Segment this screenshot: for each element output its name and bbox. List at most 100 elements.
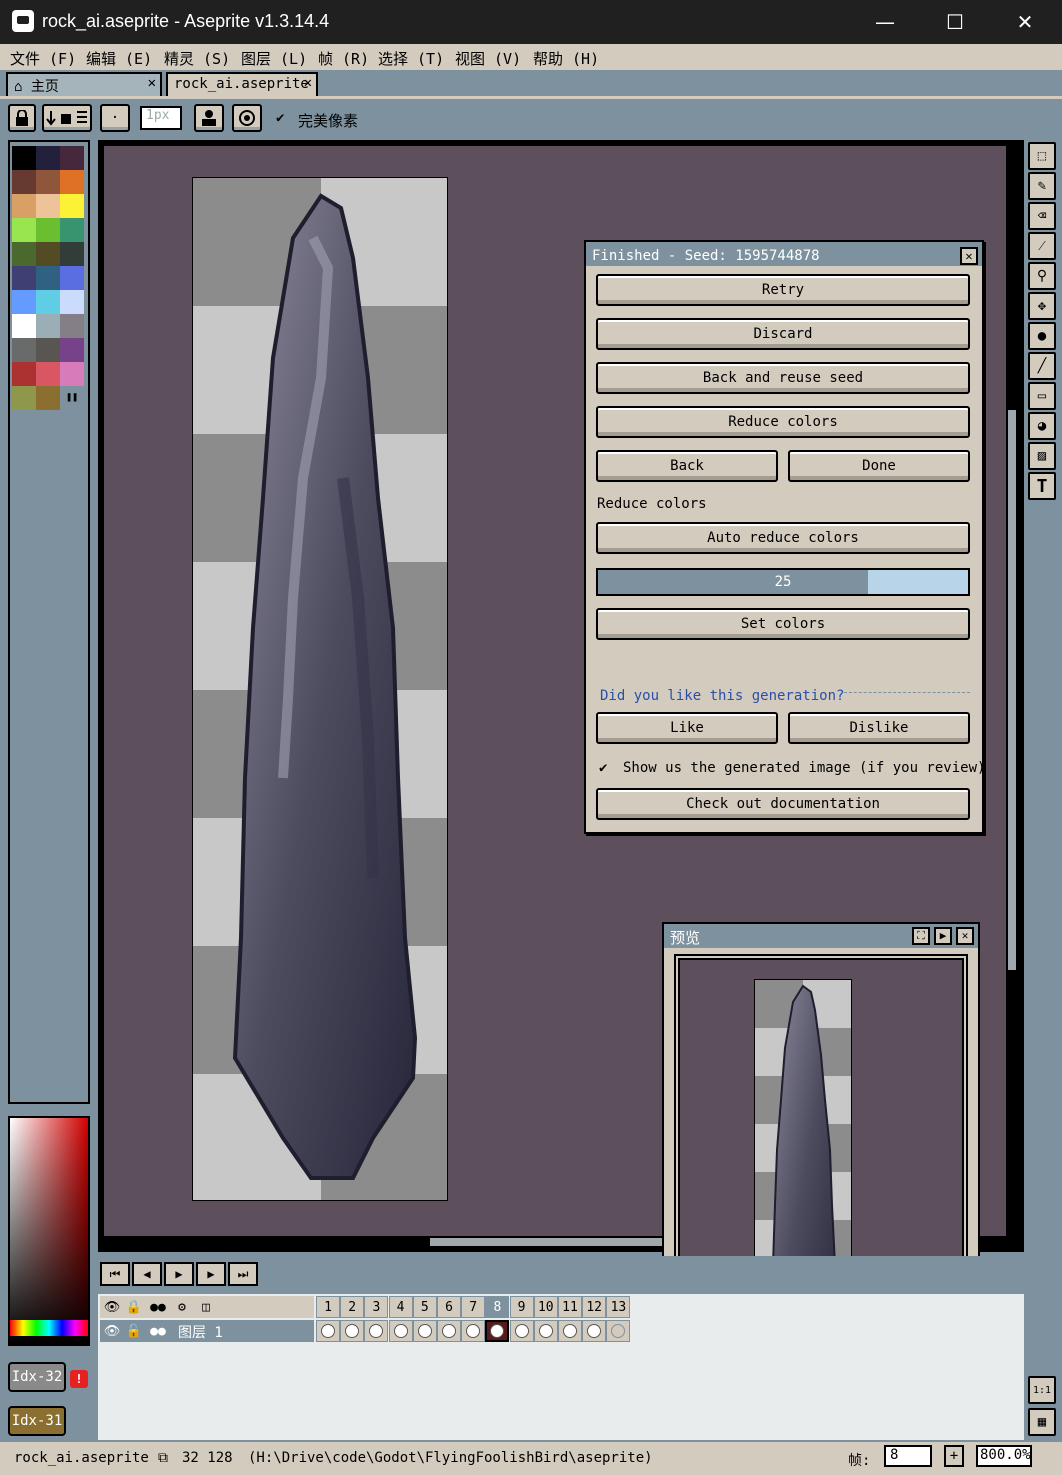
palette-swatch[interactable]: [60, 194, 84, 218]
palette-swatch[interactable]: [60, 362, 84, 386]
rectangle-tool-icon[interactable]: ▭: [1028, 382, 1056, 410]
tab-home[interactable]: ⌂ 主页 ✕: [6, 72, 162, 96]
preview-center-icon[interactable]: ⛶: [912, 927, 930, 945]
cel-3[interactable]: [364, 1320, 389, 1342]
frame-header-6[interactable]: 6: [437, 1296, 461, 1318]
next-frame-icon[interactable]: ▶: [196, 1262, 226, 1286]
paint-bucket-tool-icon[interactable]: ●: [1028, 322, 1056, 350]
auto-reduce-colors-button[interactable]: Auto reduce colors: [596, 522, 970, 554]
menu-frame[interactable]: 帧 (R): [318, 48, 369, 69]
palette-swatch[interactable]: [12, 362, 36, 386]
last-frame-icon[interactable]: ⏭: [228, 1262, 258, 1286]
show-image-checkbox[interactable]: ✔: [599, 760, 607, 776]
palette-swatch[interactable]: [36, 218, 60, 242]
cel-9[interactable]: [509, 1320, 534, 1342]
onion-skin-icon[interactable]: ◫: [194, 1296, 218, 1318]
palette-swatch[interactable]: [60, 146, 84, 170]
play-animation-icon[interactable]: ▶: [164, 1262, 194, 1286]
menu-file[interactable]: 文件 (F): [10, 48, 76, 69]
zoom-tool-icon[interactable]: ⚲: [1028, 262, 1056, 290]
eraser-tool-icon[interactable]: ⌫: [1028, 202, 1056, 230]
like-button[interactable]: Like: [596, 712, 778, 744]
discard-button[interactable]: Discard: [596, 318, 970, 350]
cel-4[interactable]: [388, 1320, 413, 1342]
cel-7[interactable]: [461, 1320, 486, 1342]
palette-swatch[interactable]: [12, 290, 36, 314]
brush-size-input[interactable]: 1px: [140, 106, 182, 130]
palette-swatch[interactable]: [36, 362, 60, 386]
cel-13[interactable]: [606, 1320, 631, 1342]
previous-frame-icon[interactable]: ◀: [132, 1262, 162, 1286]
palette-swatch[interactable]: [60, 338, 84, 362]
palette-swatch[interactable]: [36, 146, 60, 170]
menu-layer[interactable]: 图层 (L): [241, 48, 307, 69]
menu-select[interactable]: 选择 (T): [378, 48, 444, 69]
symmetry-button[interactable]: [232, 104, 262, 132]
palette-swatch[interactable]: [60, 290, 84, 314]
palette-swatch[interactable]: [12, 338, 36, 362]
frame-header-3[interactable]: 3: [364, 1296, 389, 1318]
marquee-tool-icon[interactable]: ⬚: [1028, 142, 1056, 170]
frame-header-12[interactable]: 12: [582, 1296, 607, 1318]
zoom-input[interactable]: 800.0%: [976, 1445, 1032, 1467]
menu-view[interactable]: 视图 (V): [455, 48, 521, 69]
ink-mode-button[interactable]: [42, 104, 92, 132]
cel-12[interactable]: [582, 1320, 607, 1342]
frame-header-8[interactable]: 8: [485, 1296, 510, 1318]
preview-close-icon[interactable]: ✕: [956, 927, 974, 945]
palette-swatch[interactable]: [12, 170, 36, 194]
palette-swatch[interactable]: [36, 314, 60, 338]
palette-resize-grip-icon[interactable]: ❚❚: [66, 392, 78, 403]
tab-rock-ai[interactable]: rock_ai.aseprite ✕: [166, 72, 318, 96]
hue-slider[interactable]: [10, 1320, 88, 1336]
palette-swatch[interactable]: [12, 266, 36, 290]
palette-swatch[interactable]: [36, 386, 60, 410]
palette-swatch[interactable]: [12, 242, 36, 266]
first-frame-icon[interactable]: ⏮: [100, 1262, 130, 1286]
frame-number-input[interactable]: 8: [884, 1445, 932, 1467]
menu-edit[interactable]: 编辑 (E): [86, 48, 152, 69]
cel-2[interactable]: [340, 1320, 365, 1342]
brush-type-button[interactable]: ·: [100, 104, 130, 132]
contour-tool-icon[interactable]: ◕: [1028, 412, 1056, 440]
cel-10[interactable]: [533, 1320, 558, 1342]
frame-header-7[interactable]: 7: [461, 1296, 486, 1318]
layer-continuous-icon[interactable]: ●●: [146, 1320, 170, 1342]
layer-lock-icon[interactable]: 🔓: [122, 1320, 146, 1342]
add-frame-button[interactable]: +: [944, 1445, 964, 1467]
preview-play-icon[interactable]: ▶: [934, 927, 952, 945]
eyedropper-tool-icon[interactable]: ⁄: [1028, 232, 1056, 260]
blur-tool-icon[interactable]: ▨: [1028, 442, 1056, 470]
menu-sprite[interactable]: 精灵 (S): [164, 48, 230, 69]
frame-header-13[interactable]: 13: [606, 1296, 631, 1318]
foreground-color-index[interactable]: Idx-32: [8, 1362, 66, 1392]
move-tool-icon[interactable]: ✥: [1028, 292, 1056, 320]
palette-swatch[interactable]: [12, 314, 36, 338]
tab-rock-ai-close-icon[interactable]: ✕: [304, 75, 312, 91]
cel-5[interactable]: [412, 1320, 437, 1342]
warning-icon[interactable]: !: [70, 1370, 88, 1388]
cel-1[interactable]: [316, 1320, 340, 1342]
lock-header-icon[interactable]: 🔒: [122, 1296, 146, 1318]
palette-swatch[interactable]: [12, 386, 36, 410]
color-spectrum[interactable]: [8, 1116, 90, 1346]
back-reuse-seed-button[interactable]: Back and reuse seed: [596, 362, 970, 394]
dislike-button[interactable]: Dislike: [788, 712, 970, 744]
frame-header-11[interactable]: 11: [558, 1296, 582, 1318]
vertical-scrollbar[interactable]: [1008, 410, 1016, 970]
pixel-perfect-checkbox[interactable]: ✔: [276, 110, 284, 126]
palette-swatch[interactable]: [36, 194, 60, 218]
cel-8[interactable]: [485, 1320, 510, 1342]
palette-swatch[interactable]: [12, 146, 36, 170]
palette-swatch[interactable]: [60, 218, 84, 242]
frame-header-5[interactable]: 5: [412, 1296, 437, 1318]
sprite-canvas[interactable]: [192, 177, 448, 1201]
palette-swatch[interactable]: [36, 266, 60, 290]
palette-swatch[interactable]: [36, 170, 60, 194]
text-tool-icon[interactable]: T: [1028, 472, 1056, 500]
frame-header-10[interactable]: 10: [533, 1296, 558, 1318]
palette-swatch[interactable]: [60, 314, 84, 338]
menu-help[interactable]: 帮助 (H): [533, 48, 599, 69]
done-button[interactable]: Done: [788, 450, 970, 482]
filmstrip-icon[interactable]: ▦: [1028, 1408, 1056, 1436]
